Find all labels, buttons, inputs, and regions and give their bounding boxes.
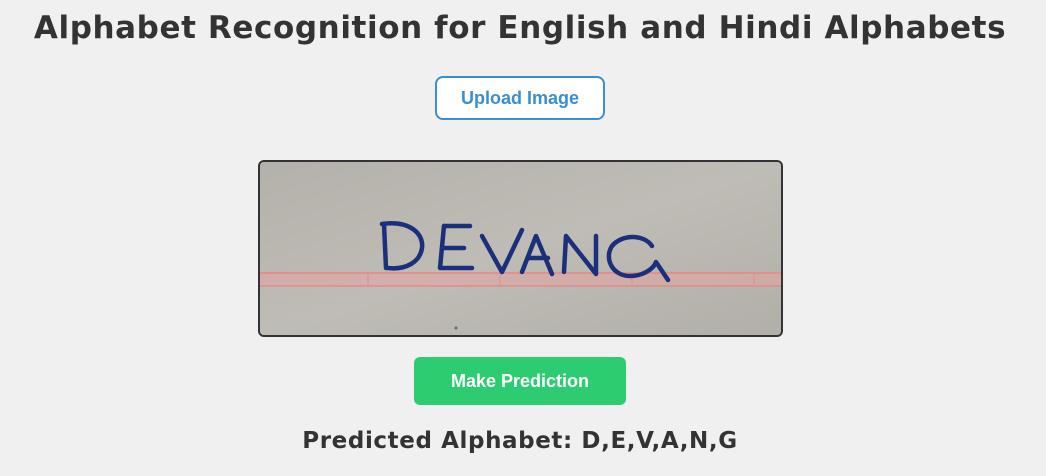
- ruled-line: [260, 272, 781, 287]
- page-title: Alphabet Recognition for English and Hin…: [33, 10, 1007, 46]
- uploaded-image-preview: [258, 160, 783, 337]
- upload-image-button[interactable]: Upload Image: [435, 76, 605, 120]
- handwriting-photo: [260, 162, 781, 335]
- prediction-result: Predicted Alphabet: D,E,V,A,N,G: [302, 428, 738, 454]
- make-prediction-button[interactable]: Make Prediction: [414, 357, 626, 405]
- app-page: Alphabet Recognition for English and Hin…: [0, 0, 1046, 476]
